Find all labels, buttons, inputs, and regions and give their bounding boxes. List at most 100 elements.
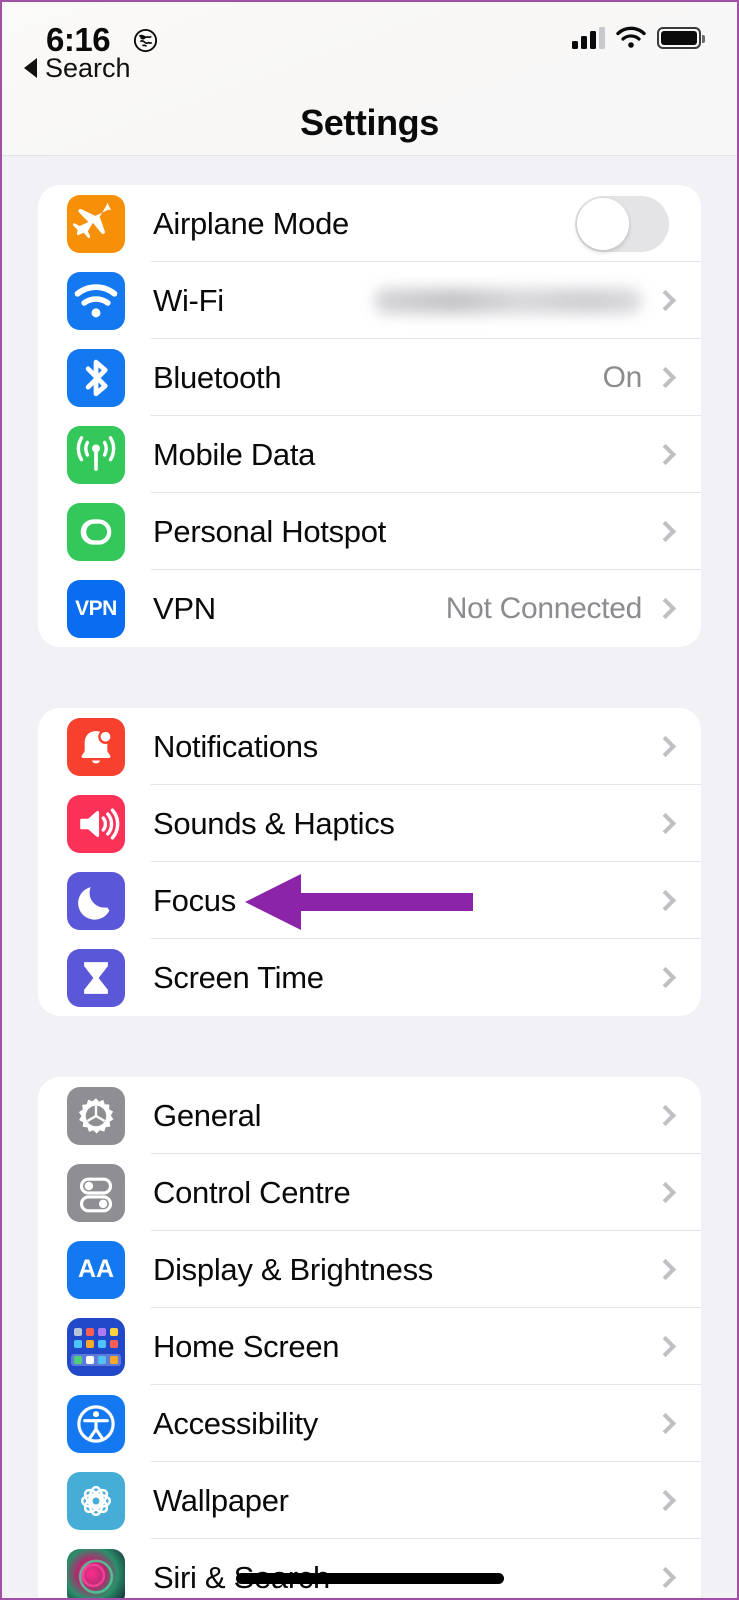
row-accessory — [575, 195, 701, 252]
settings-row-personal-hotspot[interactable]: Personal Hotspot — [38, 493, 701, 570]
row-accessory — [654, 1489, 701, 1512]
chevron-right-icon — [654, 1335, 677, 1358]
chevron-right-icon — [654, 1566, 677, 1589]
navigation-header: 6:16 Search Settings — [2, 2, 737, 156]
globe-icon — [133, 28, 158, 53]
settings-row-label: Wi-Fi — [153, 282, 224, 318]
chevron-right-icon — [654, 966, 677, 989]
bell-icon — [67, 717, 125, 776]
settings-row-control-centre[interactable]: Control Centre — [38, 1154, 701, 1231]
settings-row-screen-time[interactable]: Screen Time — [38, 939, 701, 1016]
crescent-moon-icon — [67, 871, 125, 930]
row-accessory — [654, 1335, 701, 1358]
row-accessory: Not Connected — [446, 592, 701, 626]
settings-row-label: Personal Hotspot — [153, 513, 386, 549]
settings-row-label: Control Centre — [153, 1174, 351, 1210]
cellular-antenna-icon — [67, 425, 125, 484]
chevron-right-icon — [654, 1104, 677, 1127]
row-accessory — [654, 1104, 701, 1127]
airplane-icon — [67, 194, 125, 253]
bluetooth-status-value: On — [602, 360, 643, 394]
home-screen-grid-icon — [67, 1317, 125, 1376]
settings-row-label: General — [153, 1097, 262, 1133]
row-accessory — [654, 1181, 701, 1204]
status-bar-indicators — [572, 26, 705, 49]
chevron-right-icon — [654, 1489, 677, 1512]
settings-row-mobile-data[interactable]: Mobile Data — [38, 416, 701, 493]
settings-row-label: Home Screen — [153, 1328, 340, 1364]
settings-row-home-screen[interactable]: Home Screen — [38, 1308, 701, 1385]
chevron-right-icon — [654, 1412, 677, 1435]
settings-row-general[interactable]: General — [38, 1077, 701, 1154]
vpn-icon-label: VPN — [75, 596, 117, 620]
wifi-icon — [616, 26, 646, 48]
row-accessory — [654, 443, 701, 466]
row-accessory — [654, 966, 701, 989]
iphone-settings-screen: 6:16 Search Settings Airplane Mode Wi-Fi… — [0, 0, 739, 1600]
settings-row-bluetooth[interactable]: Bluetooth On — [38, 339, 701, 416]
bluetooth-icon — [67, 348, 125, 407]
hourglass-icon — [67, 948, 125, 1007]
chevron-right-icon — [654, 889, 677, 912]
settings-row-label: Sounds & Haptics — [153, 805, 395, 841]
settings-row-label: Mobile Data — [153, 436, 316, 472]
cellular-signal-icon — [572, 26, 605, 49]
chevron-right-icon — [654, 735, 677, 758]
aa-text-icon: AA — [67, 1240, 125, 1299]
settings-row-label: Focus — [153, 882, 236, 918]
row-accessory — [374, 287, 701, 314]
back-button-label: Search — [45, 53, 131, 83]
page-title: Settings — [300, 102, 439, 143]
sliders-toggle-icon — [67, 1163, 125, 1222]
toggle-knob — [577, 197, 629, 250]
settings-row-wallpaper[interactable]: Wallpaper — [38, 1462, 701, 1539]
settings-row-vpn[interactable]: VPN VPN Not Connected — [38, 570, 701, 647]
settings-row-wifi[interactable]: Wi-Fi — [38, 262, 701, 339]
settings-row-label: VPN — [153, 590, 216, 626]
siri-icon — [67, 1548, 125, 1598]
settings-row-display-brightness[interactable]: AA Display & Brightness — [38, 1231, 701, 1308]
settings-row-label: Display & Brightness — [153, 1251, 434, 1287]
chevron-right-icon — [654, 443, 677, 466]
hotspot-link-icon — [67, 502, 125, 561]
settings-row-label: Airplane Mode — [153, 205, 349, 241]
settings-row-label: Notifications — [153, 728, 318, 764]
settings-row-label: Bluetooth — [153, 359, 282, 395]
settings-row-airplane-mode[interactable]: Airplane Mode — [38, 185, 701, 262]
wallpaper-flower-icon — [67, 1471, 125, 1530]
row-accessory: On — [603, 361, 701, 395]
row-accessory — [654, 1566, 701, 1589]
settings-row-focus[interactable]: Focus — [38, 862, 701, 939]
row-accessory — [654, 1258, 701, 1281]
vpn-status-value: Not Connected — [445, 591, 643, 625]
chevron-right-icon — [654, 1181, 677, 1204]
settings-row-siri-search[interactable]: Siri & Search — [38, 1539, 701, 1598]
settings-row-sounds-haptics[interactable]: Sounds & Haptics — [38, 785, 701, 862]
row-accessory — [654, 1412, 701, 1435]
settings-row-label: Wallpaper — [153, 1482, 289, 1518]
row-accessory — [654, 520, 701, 543]
chevron-right-icon — [654, 520, 677, 543]
chevron-right-icon — [654, 289, 677, 312]
settings-row-label: Screen Time — [153, 959, 324, 995]
row-accessory — [654, 889, 701, 912]
wifi-network-name-redacted — [374, 287, 642, 314]
back-caret-icon — [24, 58, 37, 78]
settings-row-notifications[interactable]: Notifications — [38, 708, 701, 785]
gear-icon — [67, 1086, 125, 1145]
accessibility-icon — [67, 1394, 125, 1453]
settings-row-accessibility[interactable]: Accessibility — [38, 1385, 701, 1462]
vpn-icon: VPN — [67, 579, 125, 638]
chevron-right-icon — [654, 366, 677, 389]
chevron-right-icon — [654, 1258, 677, 1281]
row-accessory — [654, 735, 701, 758]
settings-list: Airplane Mode Wi-Fi Bluetooth On Mobile … — [2, 156, 737, 1598]
speaker-icon — [67, 794, 125, 853]
wifi-icon — [67, 271, 125, 330]
back-button[interactable]: Search — [24, 54, 131, 82]
battery-full-icon — [657, 26, 705, 49]
aa-glyph: AA — [77, 1255, 115, 1283]
row-accessory — [654, 812, 701, 835]
airplane-mode-toggle[interactable] — [575, 195, 669, 252]
settings-group-alerts: Notifications Sounds & Haptics Focus Scr… — [38, 708, 701, 1016]
